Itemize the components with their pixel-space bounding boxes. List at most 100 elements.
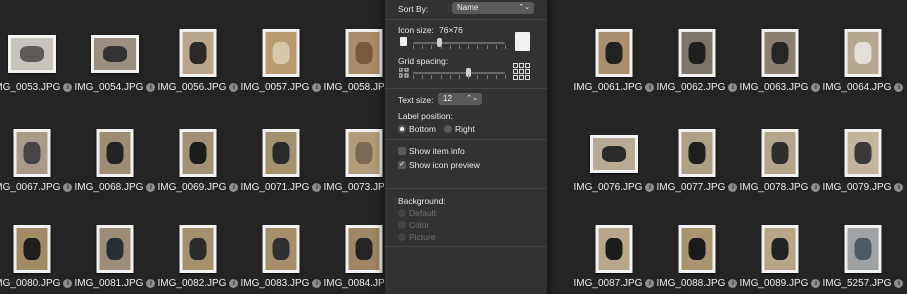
file-item[interactable]: IMG_0069.JPG i — [156, 113, 240, 195]
background-default-radio[interactable] — [398, 209, 406, 217]
file-item[interactable]: IMG_0087.JPG i — [572, 209, 656, 291]
background-color-radio[interactable] — [398, 221, 406, 229]
info-icon[interactable]: i — [229, 183, 239, 192]
file-item[interactable]: IMG_0071.JPG i — [239, 113, 323, 195]
file-thumbnail — [761, 225, 799, 273]
file-item[interactable]: IMG_0079.JPG i — [821, 113, 905, 195]
file-name: IMG_0054.JPG — [74, 82, 144, 93]
file-thumbnail — [96, 129, 134, 177]
file-name-label: IMG_0061.JPG i — [572, 82, 656, 93]
file-item[interactable]: IMG_0088.JPG i — [655, 209, 739, 291]
file-thumbnail — [8, 35, 56, 73]
file-thumbnail — [345, 29, 383, 77]
separator — [385, 246, 547, 247]
info-icon[interactable]: i — [894, 183, 904, 192]
file-item[interactable]: IMG_0063.JPG i — [738, 13, 822, 95]
file-name-label: IMG_0067.JPGi — [0, 182, 74, 193]
slider-tick — [468, 75, 470, 79]
file-name-label: IMG_0078.JPG i — [738, 182, 822, 193]
file-name: IMG_0057.JPG — [240, 82, 310, 93]
sort-by-popup[interactable]: Name ⌃⌄ — [452, 2, 534, 14]
file-item[interactable]: IMG_0057.JPG i — [239, 13, 323, 95]
info-icon[interactable]: i — [645, 83, 655, 92]
file-thumbnail — [262, 129, 300, 177]
file-item[interactable]: IMG_0081.JPG i — [73, 209, 157, 291]
file-thumbnail — [590, 135, 638, 173]
separator — [385, 88, 547, 89]
file-item[interactable]: IMG_0062.JPG i — [655, 13, 739, 95]
file-item[interactable]: IMG_0077.JPG i — [655, 113, 739, 195]
file-thumbnail — [761, 29, 799, 77]
large-grid-icon — [513, 63, 530, 80]
file-item[interactable]: IMG_0067.JPGi — [0, 113, 74, 195]
file-item[interactable]: IMG_5257.JPG i — [821, 209, 905, 291]
file-name: IMG_0089.JPG — [739, 278, 809, 289]
file-name: IMG_0053.JPG — [0, 82, 61, 93]
info-icon[interactable]: i — [146, 183, 156, 192]
file-item[interactable]: IMG_0068.JPG i — [73, 113, 157, 195]
info-icon[interactable]: i — [312, 83, 322, 92]
file-name-label: IMG_0087.JPG i — [572, 278, 656, 289]
slider-tick — [495, 75, 497, 79]
text-size-label: Text size: — [398, 95, 434, 105]
file-name-label: IMG_0088.JPG i — [655, 278, 739, 289]
show-icon-preview-checkbox[interactable]: ✓ — [398, 161, 406, 169]
file-name: IMG_0077.JPG — [656, 182, 726, 193]
info-icon[interactable]: i — [146, 83, 156, 92]
sort-by-value: Name — [457, 3, 479, 12]
slider-tick — [459, 75, 460, 79]
file-name: IMG_0076.JPG — [573, 182, 643, 193]
file-name-label: IMG_0064.JPG i — [821, 82, 905, 93]
info-icon[interactable]: i — [728, 183, 738, 192]
separator — [385, 139, 547, 140]
file-name: IMG_0058.JPG — [323, 82, 393, 93]
file-item[interactable]: IMG_0076.JPG i — [572, 113, 656, 195]
info-icon[interactable]: i — [63, 183, 73, 192]
info-icon[interactable]: i — [811, 183, 821, 192]
file-item[interactable]: IMG_0078.JPG i — [738, 113, 822, 195]
file-name: IMG_0064.JPG — [822, 82, 892, 93]
label-right-radio[interactable] — [444, 125, 452, 133]
file-name-label: IMG_0083.JPG i — [239, 278, 323, 289]
file-name: IMG_0087.JPG — [573, 278, 643, 289]
file-name-label: IMG_0089.JPG i — [738, 278, 822, 289]
large-document-icon — [515, 32, 530, 51]
file-name: IMG_0083.JPG — [240, 278, 310, 289]
text-size-popup[interactable]: 12 ⌃⌄ — [438, 93, 482, 105]
file-thumbnail — [345, 129, 383, 177]
info-icon[interactable]: i — [645, 183, 655, 192]
file-item[interactable]: IMG_0064.JPG i — [821, 13, 905, 95]
info-icon[interactable]: i — [312, 183, 322, 192]
file-name-label: IMG_0053.JPGi — [0, 82, 74, 93]
label-right-text: Right — [455, 124, 475, 134]
file-item[interactable]: IMG_0056.JPG i — [156, 13, 240, 95]
background-picture-radio[interactable] — [398, 233, 406, 241]
file-item[interactable]: IMG_0054.JPG i — [73, 13, 157, 95]
file-item[interactable]: IMG_0061.JPG i — [572, 13, 656, 95]
info-icon[interactable]: i — [811, 83, 821, 92]
file-thumbnail — [179, 225, 217, 273]
info-icon[interactable]: i — [894, 83, 904, 92]
file-item[interactable]: IMG_0053.JPGi — [0, 13, 74, 95]
slider-tick — [413, 45, 414, 49]
info-icon[interactable]: i — [229, 83, 239, 92]
icon-size-slider[interactable] — [413, 42, 505, 44]
file-name-label: IMG_0057.JPG i — [239, 82, 323, 93]
file-name-label: IMG_0077.JPG i — [655, 182, 739, 193]
info-icon[interactable]: i — [728, 83, 738, 92]
file-item[interactable]: IMG_0082.JPG i — [156, 209, 240, 291]
file-thumbnail — [262, 225, 300, 273]
file-name-label: IMG_0056.JPG i — [156, 82, 240, 93]
grid-spacing-slider[interactable] — [413, 72, 505, 74]
file-thumbnail — [678, 225, 716, 273]
background-color-text: Color — [409, 220, 430, 230]
info-icon[interactable]: i — [63, 83, 73, 92]
file-item[interactable]: IMG_0083.JPG i — [239, 209, 323, 291]
show-item-info-checkbox[interactable] — [398, 147, 406, 155]
file-item[interactable]: IMG_0080.JPGi — [0, 209, 74, 291]
label-position-label: Label position: — [398, 111, 453, 121]
label-bottom-radio[interactable] — [398, 125, 406, 133]
file-item[interactable]: IMG_0089.JPG i — [738, 209, 822, 291]
file-name-label: IMG_0080.JPGi — [0, 278, 74, 289]
file-name: IMG_0067.JPG — [0, 182, 61, 193]
